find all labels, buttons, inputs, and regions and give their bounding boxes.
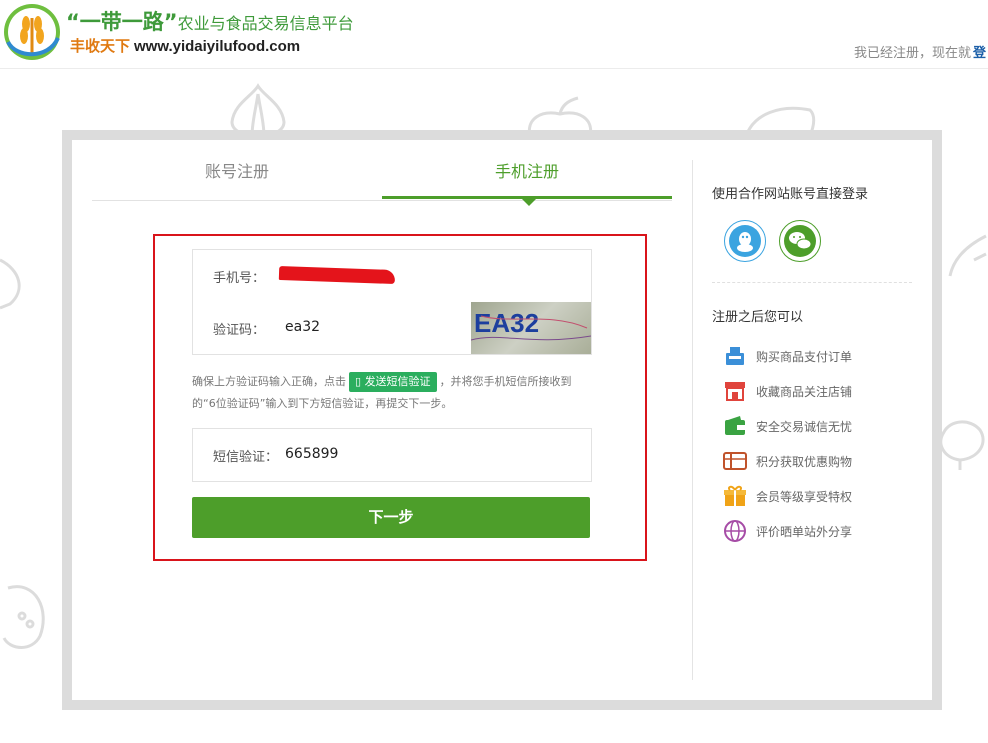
- register-tabs: 账号注册 手机注册: [92, 152, 672, 206]
- captcha-input[interactable]: ea32: [285, 319, 320, 335]
- tab-account-register[interactable]: 账号注册: [92, 152, 382, 196]
- site-url: www.yidaiyilufood.com: [134, 38, 301, 55]
- benefit-label: 积分获取优惠购物: [756, 455, 853, 469]
- wallet-icon: [725, 416, 745, 435]
- next-step-button[interactable]: 下一步: [192, 497, 590, 538]
- qq-icon: [729, 225, 761, 257]
- benefit-label: 会员等级享受特权: [756, 490, 853, 504]
- cash-register-icon: [726, 347, 744, 365]
- captcha-image[interactable]: EA32: [471, 302, 591, 354]
- captcha-text: EA32: [474, 308, 539, 338]
- gift-card-icon: [723, 452, 747, 470]
- brand-quote: “一带一路”: [66, 10, 178, 34]
- partner-login-title: 使用合作网站账号直接登录: [712, 187, 869, 202]
- qq-login-button[interactable]: [724, 220, 766, 262]
- benefit-label: 购买商品支付订单: [756, 350, 853, 364]
- brand-slogan: 丰收天下 www.yidaiyilufood.com: [70, 35, 300, 56]
- benefit-label: 安全交易诚信无忧: [756, 420, 853, 434]
- redaction-mark: [278, 265, 396, 285]
- papaya-decoration-icon: [2, 585, 45, 649]
- slogan-text: 丰收天下: [70, 37, 131, 55]
- login-link[interactable]: 登: [973, 46, 986, 61]
- brand-rest: 农业与食品交易信息平台: [177, 14, 354, 33]
- gift-box-icon: [724, 485, 746, 506]
- captcha-field[interactable]: 验证码： ea32 EA32: [192, 302, 592, 355]
- wechat-login-button[interactable]: [779, 220, 821, 262]
- benefit-label: 评价晒单站外分享: [756, 525, 853, 539]
- garlic-decoration-icon: [230, 83, 286, 136]
- after-register-title: 注册之后您可以: [712, 310, 804, 325]
- brand-title: “一带一路”农业与食品交易信息平台: [66, 6, 354, 36]
- phone-label: 手机号：: [213, 271, 266, 286]
- active-tab-pointer: [522, 199, 536, 206]
- site-header: “一带一路”农业与食品交易信息平台 丰收天下 www.yidaiyilufood.…: [0, 0, 988, 69]
- wheat-logo-icon: [4, 4, 60, 60]
- phone-field[interactable]: 手机号： 1: [192, 249, 592, 303]
- leaf-decoration-left-icon: [0, 258, 21, 310]
- store-icon: [725, 382, 745, 401]
- hint-before: 确保上方验证码输入正确，点击: [192, 375, 346, 388]
- wechat-icon: [784, 225, 816, 257]
- sms-code-field[interactable]: 短信验证： 665899: [192, 428, 592, 482]
- sms-code-input[interactable]: 665899: [285, 446, 338, 462]
- sidebar-separator: [712, 282, 912, 283]
- registered-text: 我已经注册，现在就: [853, 46, 971, 61]
- globe-icon: [724, 520, 746, 542]
- sms-hint: 确保上方验证码输入正确，点击 ▯ 发送短信验证 ，并将您手机短信所接收到的“6位验证…: [192, 371, 592, 415]
- tab-phone-register[interactable]: 手机注册: [382, 152, 672, 196]
- already-registered: 我已经注册，现在就登: [854, 42, 986, 61]
- sms-code-label: 短信验证：: [213, 450, 279, 465]
- benefit-label: 收藏商品关注店铺: [756, 385, 853, 399]
- column-divider: [692, 160, 693, 680]
- captcha-label: 验证码：: [213, 323, 266, 338]
- send-sms-button[interactable]: ▯ 发送短信验证: [349, 372, 437, 392]
- send-sms-label: 发送短信验证: [364, 375, 431, 388]
